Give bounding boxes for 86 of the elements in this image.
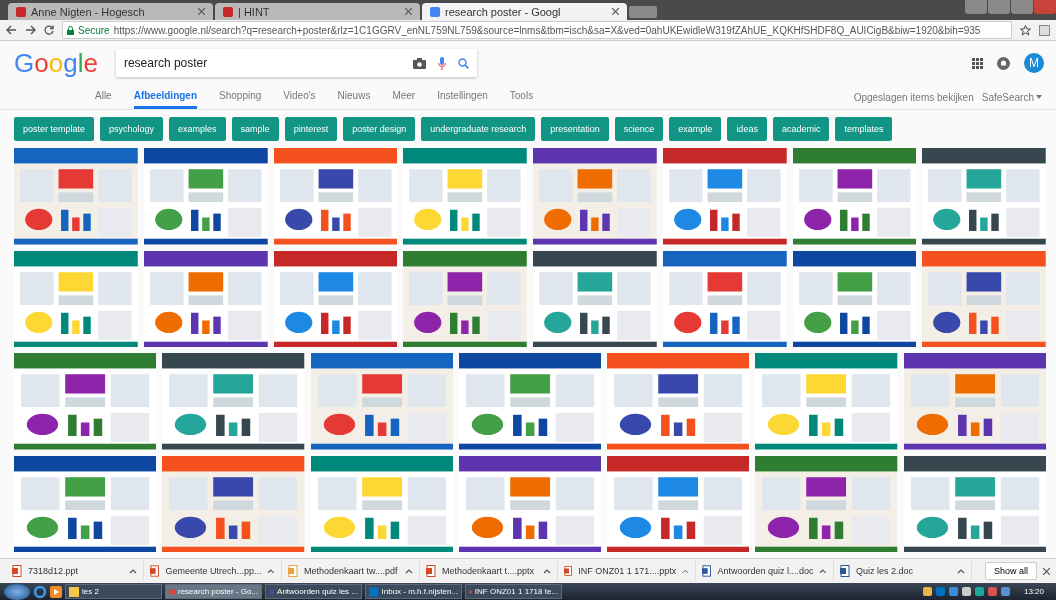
address-bar[interactable]: Secure https://www.google.nl/search?q=research+poster&rlz=1C1GGRV_enNL759NL759&source=lnms&tbm=isch&sa=X&ved=0ahUKEwidleW319fZAhUE_KQKHfSHDF8Q_AUICigB&biw=1920&bih=935 [62, 21, 1012, 39]
related-search-chip[interactable]: sample [231, 117, 279, 141]
close-icon[interactable] [612, 8, 619, 15]
back-icon[interactable] [6, 25, 17, 35]
related-search-chip[interactable]: poster template [14, 117, 95, 141]
app-icon [169, 586, 175, 597]
favicon-icon [430, 6, 440, 17]
folder-icon [69, 586, 79, 597]
caret-icon[interactable] [819, 568, 827, 574]
favicon-icon [16, 6, 26, 17]
close-icon[interactable] [405, 8, 412, 15]
google-logo[interactable]: Google [12, 47, 100, 79]
nav-tab[interactable]: Tools [509, 85, 534, 109]
close-icon[interactable] [1043, 567, 1050, 575]
related-search-chip[interactable]: academic [772, 117, 830, 141]
reload-icon[interactable] [44, 25, 54, 35]
app-icon [369, 586, 379, 597]
url-text: https://www.google.nl/search?q=research+poster&rlz=1C1GGRV_enNL759NL759&source=lnms&tbm=isch&sa=X&ved=0ahUKEwidleW319fZAhUE_KQKHfSHDF8Q_AUICigB&biw=1920&bih=935 [113, 24, 981, 36]
dropdown-caret-icon[interactable] [1036, 95, 1042, 99]
caret-icon[interactable] [405, 568, 413, 574]
file-icon [840, 565, 850, 577]
search-field[interactable]: research poster [115, 49, 477, 77]
taskbar-item[interactable]: Inbox - m.h.f.nijsten... [365, 584, 462, 599]
file-icon [702, 565, 712, 577]
notification-icon[interactable] [997, 56, 1010, 70]
favicon-icon [223, 6, 233, 17]
taskbar-item[interactable]: research poster - Go... [165, 584, 262, 599]
related-search-chip[interactable]: examples [169, 117, 226, 141]
related-search-chip[interactable]: example [669, 117, 722, 141]
related-search-chip[interactable]: science [614, 117, 664, 141]
close-icon[interactable] [198, 8, 205, 15]
taskbar-item[interactable]: INF ONZ01 1 1718 te... [465, 584, 562, 599]
taskbar-item[interactable]: les 2 [65, 584, 162, 599]
related-search-chip[interactable]: presentation [541, 117, 609, 141]
camera-icon[interactable] [412, 57, 426, 69]
nav-tab[interactable]: Shopping [219, 85, 262, 109]
nav-tab[interactable]: Nieuws [337, 85, 371, 109]
file-icon [150, 565, 160, 577]
nav-tab[interactable]: Instellingen [437, 85, 488, 109]
download-item[interactable]: 7318d12.ppt [28, 566, 123, 576]
download-item[interactable]: Methodenkaart t....pptx [442, 566, 537, 576]
start-button[interactable] [4, 583, 30, 600]
lock-icon [67, 25, 74, 35]
file-icon [12, 565, 22, 577]
star-icon[interactable] [1020, 24, 1031, 36]
caret-icon[interactable] [267, 568, 275, 574]
browser-tab[interactable]: Anne Nigten - Hogesch [8, 3, 213, 20]
nav-tab[interactable]: Afbeeldingen [133, 85, 198, 109]
file-icon [426, 565, 436, 577]
show-all-button[interactable]: Show all [984, 562, 1037, 580]
account-avatar[interactable]: M [1024, 53, 1044, 73]
download-item[interactable]: Antwoorden quiz l....doc [717, 566, 814, 576]
related-search-chip[interactable]: undergraduate research [421, 117, 536, 141]
search-icon[interactable] [457, 57, 469, 69]
related-search-chip[interactable]: ideas [727, 117, 767, 141]
taskbar-item[interactable]: Antwoorden quiz les ... [265, 584, 362, 599]
browser-icon[interactable] [33, 584, 47, 599]
nav-tab[interactable]: Video's [283, 85, 316, 109]
related-search-chip[interactable]: templates [835, 117, 893, 141]
related-search-chip[interactable]: poster design [343, 117, 416, 141]
caret-icon[interactable] [682, 568, 689, 574]
related-search-chip[interactable]: psychology [100, 117, 164, 141]
media-player-icon[interactable] [50, 585, 62, 598]
caret-icon[interactable] [957, 568, 965, 574]
secure-label: Secure [78, 24, 110, 36]
caret-icon[interactable] [129, 568, 137, 574]
clock-time: 13:20 [1023, 587, 1044, 596]
apps-grid-icon[interactable] [972, 57, 983, 69]
file-icon [564, 565, 573, 577]
app-icon [269, 586, 275, 597]
microphone-icon[interactable] [437, 56, 446, 70]
browser-tab[interactable]: | HINT [215, 3, 420, 20]
extension-icon[interactable] [1039, 24, 1050, 36]
download-item[interactable]: Methodenkaart tw....pdf [304, 566, 399, 576]
saved-items-link[interactable]: Opgeslagen items bekijken [853, 91, 974, 103]
file-icon [288, 565, 298, 577]
nav-tab[interactable]: Alle [95, 85, 112, 109]
related-search-chip[interactable]: pinterest [284, 117, 338, 141]
download-item[interactable]: Quiz les 2.doc [856, 566, 951, 576]
download-item[interactable]: INF ONZ01 1 171....pptx [578, 566, 677, 576]
forward-icon[interactable] [25, 25, 36, 35]
download-item[interactable]: Gemeente Utrech...pp... [165, 566, 262, 576]
browser-tab[interactable]: research poster - Googl [422, 3, 627, 20]
caret-icon[interactable] [543, 568, 551, 574]
nav-tab[interactable]: Meer [392, 85, 416, 109]
safesearch-menu[interactable]: SafeSearch [981, 91, 1042, 103]
